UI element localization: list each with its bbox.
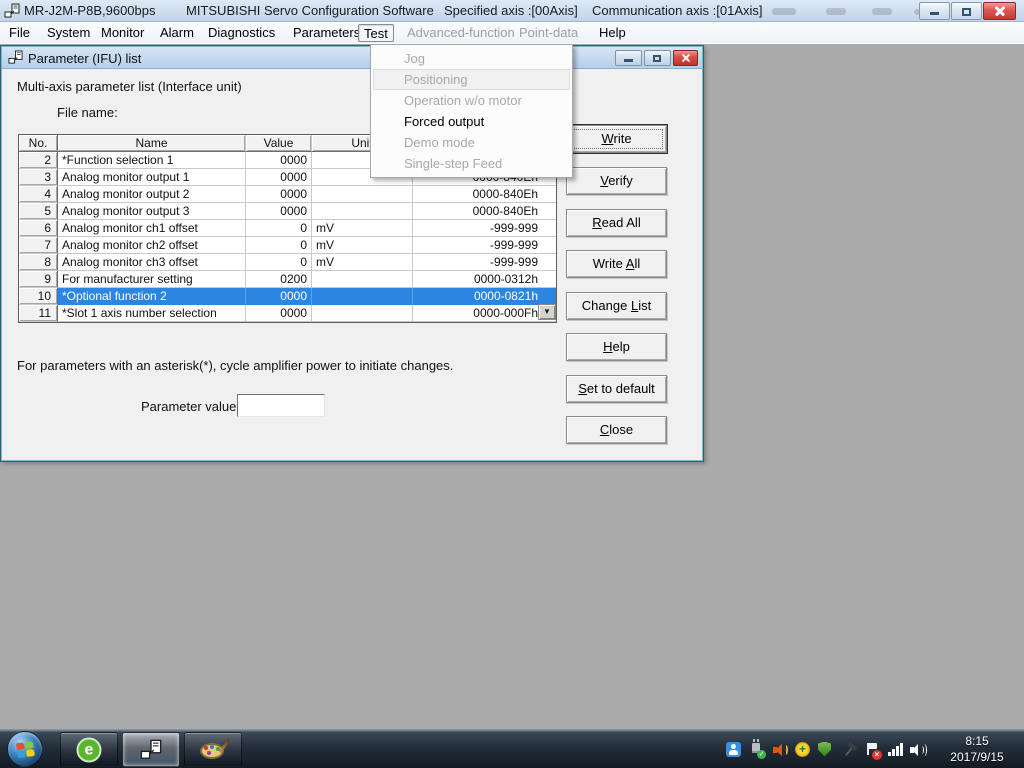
minimize-button[interactable]	[919, 2, 950, 20]
windows-logo-icon	[16, 741, 36, 759]
table-row-selected[interactable]: 10 *Optional function 2 0000 0000-0821h	[19, 288, 556, 305]
table-scroll-down-button[interactable]: ▼	[538, 304, 556, 320]
window-title-communication-axis: Communication axis :[01Axis]	[592, 3, 763, 18]
write-button[interactable]: Write	[566, 125, 667, 153]
table-row[interactable]: 5 Analog monitor output 3 0000 0000-840E…	[19, 203, 556, 220]
parameter-window-icon	[8, 50, 23, 65]
menu-item-demo-mode: Demo mode	[373, 132, 570, 153]
ghost-artifact	[772, 8, 796, 15]
parameter-value-input[interactable]	[237, 394, 325, 417]
menu-item-positioning: Positioning	[373, 69, 570, 90]
minimize-icon	[930, 12, 939, 15]
parameter-ifu-list-window: Parameter (IFU) list Multi-axis paramete…	[0, 45, 704, 462]
multi-axis-subtitle: Multi-axis parameter list (Interface uni…	[17, 79, 242, 94]
menu-parameters[interactable]: Parameters	[288, 24, 365, 42]
servo-software-icon	[140, 739, 162, 761]
verify-button[interactable]: Verify	[566, 167, 667, 195]
close-list-button[interactable]: Close	[566, 416, 667, 444]
table-row[interactable]: 4 Analog monitor output 2 0000 0000-840E…	[19, 186, 556, 203]
menu-system[interactable]: System	[42, 24, 95, 42]
change-list-button[interactable]: Change List	[566, 292, 667, 320]
table-row[interactable]: 8 Analog monitor ch3 offset 0 mV -999-99…	[19, 254, 556, 271]
menu-point-data[interactable]: Point-data	[514, 24, 583, 42]
messenger-tray-icon[interactable]	[726, 742, 742, 758]
test-dropdown-menu: Jog Positioning Operation w/o motor Forc…	[370, 44, 573, 178]
ghost-artifact	[872, 8, 892, 15]
audio-manager-icon[interactable]	[772, 742, 788, 758]
menu-alarm[interactable]: Alarm	[155, 24, 199, 42]
updater-360-icon[interactable]: +	[795, 742, 811, 758]
child-window-title: Parameter (IFU) list	[28, 51, 141, 66]
maximize-icon	[962, 8, 971, 16]
clock-date: 2017/9/15	[934, 749, 1020, 765]
paint-icon	[200, 740, 226, 760]
menu-monitor[interactable]: Monitor	[96, 24, 149, 42]
menu-item-single-step-feed: Single-step Feed	[373, 153, 570, 174]
child-close-button[interactable]	[673, 50, 698, 66]
maximize-icon	[653, 55, 661, 62]
table-row[interactable]: 9 For manufacturer setting 0200 0000-031…	[19, 271, 556, 288]
col-header-name: Name	[58, 135, 246, 152]
volume-icon[interactable]	[910, 742, 928, 758]
table-row[interactable]: 6 Analog monitor ch1 offset 0 mV -999-99…	[19, 220, 556, 237]
set-to-default-button[interactable]: Set to default	[566, 375, 667, 403]
read-all-button[interactable]: Read All	[566, 209, 667, 237]
browser-icon: e	[77, 737, 102, 762]
menu-help[interactable]: Help	[594, 24, 631, 42]
child-maximize-button[interactable]	[644, 50, 671, 66]
taskbar-app-paint[interactable]	[184, 732, 242, 767]
desktop: { "titlebar": { "app_title": "MR-J2M-P8B…	[0, 0, 1024, 768]
minimize-icon	[624, 59, 633, 62]
action-center-flag-icon[interactable]: ×	[864, 742, 880, 758]
system-tray: ✓ + ×	[726, 730, 928, 768]
window-title-software: MITSUBISHI Servo Configuration Software	[186, 3, 434, 18]
col-header-no: No.	[19, 135, 58, 152]
menu-diagnostics[interactable]: Diagnostics	[203, 24, 280, 42]
taskbar-clock[interactable]: 8:15 2017/9/15	[934, 733, 1020, 765]
taskbar-app-browser[interactable]: e	[60, 732, 118, 767]
window-title-device: MR-J2M-P8B,9600bps	[24, 3, 156, 18]
menu-bar: File System Monitor Alarm Diagnostics Pa…	[0, 22, 1024, 44]
ghost-artifact	[826, 8, 846, 15]
asterisk-footnote: For parameters with an asterisk(*), cycl…	[17, 358, 453, 373]
parameter-value-label: Parameter value	[141, 399, 236, 414]
menu-file[interactable]: File	[4, 24, 35, 42]
main-titlebar[interactable]: MR-J2M-P8B,9600bps MITSUBISHI Servo Conf…	[0, 0, 1024, 22]
maximize-button[interactable]	[951, 2, 982, 20]
menu-item-jog: Jog	[373, 48, 570, 69]
menu-item-forced-output[interactable]: Forced output	[373, 111, 570, 132]
clock-time: 8:15	[934, 733, 1020, 749]
file-name-label: File name:	[57, 105, 118, 120]
security-shield-icon[interactable]	[818, 742, 834, 758]
table-row[interactable]: 11 *Slot 1 axis number selection 0000 00…	[19, 305, 556, 322]
col-header-value: Value	[246, 135, 312, 152]
table-row[interactable]: 7 Analog monitor ch2 offset 0 mV -999-99…	[19, 237, 556, 254]
help-button[interactable]: Help	[566, 333, 667, 361]
start-button[interactable]	[7, 731, 43, 767]
network-signal-icon[interactable]	[887, 742, 903, 758]
tools-hammer-icon[interactable]	[838, 738, 861, 761]
menu-test[interactable]: Test	[358, 24, 394, 42]
window-title-specified-axis: Specified axis :[00Axis]	[444, 3, 578, 18]
close-button[interactable]	[983, 2, 1016, 20]
child-titlebar[interactable]: Parameter (IFU) list	[2, 47, 702, 69]
taskbar-app-servo-software[interactable]	[122, 732, 180, 767]
write-all-button[interactable]: Write All	[566, 250, 667, 278]
child-minimize-button[interactable]	[615, 50, 642, 66]
usb-eject-icon[interactable]: ✓	[749, 742, 765, 758]
menu-item-operation-wo-motor: Operation w/o motor	[373, 90, 570, 111]
taskbar: e ✓ + × 8:1	[0, 729, 1024, 768]
app-icon	[4, 3, 20, 19]
menu-advanced-function[interactable]: Advanced-function	[402, 24, 520, 42]
